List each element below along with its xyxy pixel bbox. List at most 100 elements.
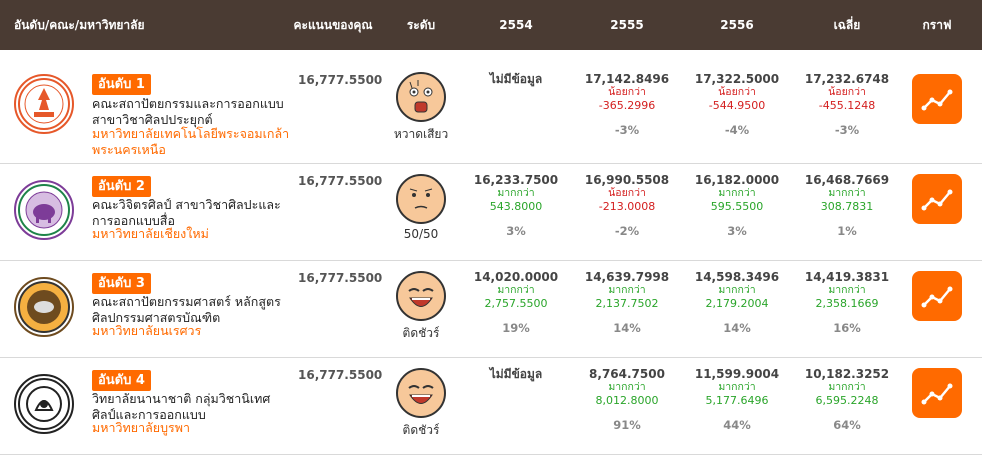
comparison-label: มากกว่า xyxy=(718,187,756,199)
year-value: 14,020.0000 xyxy=(473,270,559,284)
difference-value: 5,177.6496 xyxy=(705,394,769,407)
percent-value: 19% xyxy=(502,321,530,335)
line-chart-icon xyxy=(921,383,953,405)
difference-value: 2,358.1669 xyxy=(815,297,879,310)
difference-value: -365.2996 xyxy=(598,99,656,112)
year-value: 11,599.9004 xyxy=(694,367,780,381)
difference-value: 2,179.2004 xyxy=(705,297,769,310)
year-value: 14,598.3496 xyxy=(694,270,780,284)
percent-value: 16% xyxy=(833,321,861,335)
level-indicator: 50/50 xyxy=(388,174,454,241)
header-average: เฉลี่ย xyxy=(833,18,861,32)
year-value: ไม่มีข้อมูล xyxy=(489,72,543,86)
university-elephant-logo xyxy=(14,180,74,240)
graph-button[interactable] xyxy=(912,174,962,224)
percent-value: 14% xyxy=(613,321,641,335)
difference-value: -455.1248 xyxy=(818,99,876,112)
year-value: 16,990.5508 xyxy=(584,173,670,187)
year-2554-cell: 14,020.0000 มากกว่า 2,757.5500 19% xyxy=(466,271,566,335)
header-2554: 2554 xyxy=(499,18,533,32)
worried-face-icon xyxy=(396,174,446,224)
year-2555-cell: 8,764.7500 มากกว่า 8,012.8000 91% xyxy=(577,368,677,432)
year-2556-cell: 16,182.0000 มากกว่า 595.5500 3% xyxy=(687,174,787,238)
university-link[interactable]: มหาวิทยาลัยนเรศวร xyxy=(92,323,292,339)
line-chart-icon xyxy=(921,89,953,111)
header-2555: 2555 xyxy=(610,18,644,32)
table-row: อันดับ 2 คณะวิจิตรศิลป์ สาขาวิชาศิลปะและ… xyxy=(0,164,982,261)
level-indicator: ติดชัวร์ xyxy=(388,271,454,343)
university-crest-logo xyxy=(14,374,74,434)
year-2554-cell: ไม่มีข้อมูล xyxy=(466,368,566,381)
level-label: 50/50 xyxy=(403,227,439,241)
percent-value: -3% xyxy=(834,123,860,137)
happy-face-icon xyxy=(396,368,446,418)
header-graph: กราฟ xyxy=(922,18,952,32)
difference-value: 6,595.2248 xyxy=(815,394,879,407)
percent-value: 64% xyxy=(833,418,861,432)
difference-value: -544.9500 xyxy=(708,99,766,112)
header-score: คะแนนของคุณ xyxy=(293,18,373,32)
comparison-label: มากกว่า xyxy=(497,187,535,199)
comparison-label: มากกว่า xyxy=(718,284,756,296)
percent-value: 91% xyxy=(613,418,641,432)
faculty-link[interactable]: วิทยาลัยนานาชาติ กลุ่มวิชานิเทศศิลป์และก… xyxy=(92,391,292,423)
level-indicator: หวาดเสียว xyxy=(388,72,454,144)
percent-value: 44% xyxy=(723,418,751,432)
user-score: 16,777.5500 xyxy=(298,73,383,87)
faculty-link[interactable]: คณะสถาปัตยกรรมศาสตร์ หลักสูตรศิลปกรรมศาส… xyxy=(92,294,292,326)
difference-value: -213.0008 xyxy=(598,200,656,213)
average-cell: 10,182.3252 มากกว่า 6,595.2248 64% xyxy=(797,368,897,432)
line-chart-icon xyxy=(921,286,953,308)
graph-button[interactable] xyxy=(912,368,962,418)
year-value: 17,142.8496 xyxy=(584,72,670,86)
scared-face-icon xyxy=(396,72,446,122)
percent-value: 14% xyxy=(723,321,751,335)
level-label: ติดชัวร์ xyxy=(402,326,440,340)
average-cell: 14,419.3831 มากกว่า 2,358.1669 16% xyxy=(797,271,897,335)
average-value: 10,182.3252 xyxy=(804,367,890,381)
comparison-label: มากกว่า xyxy=(608,284,646,296)
comparison-label: น้อยกว่า xyxy=(608,187,646,199)
year-2554-cell: 16,233.7500 มากกว่า 543.8000 3% xyxy=(466,174,566,238)
rank-badge: อันดับ 1 xyxy=(92,74,151,95)
percent-value: -3% xyxy=(614,123,640,137)
university-link[interactable]: มหาวิทยาลัยบูรพา xyxy=(92,420,292,436)
year-2556-cell: 11,599.9004 มากกว่า 5,177.6496 44% xyxy=(687,368,787,432)
difference-value: 595.5500 xyxy=(710,200,764,213)
university-seal-logo xyxy=(14,74,74,134)
header-2556: 2556 xyxy=(720,18,754,32)
comparison-label: มากกว่า xyxy=(718,381,756,393)
user-score: 16,777.5500 xyxy=(298,271,383,285)
difference-value: 2,757.5500 xyxy=(484,297,548,310)
comparison-label: น้อยกว่า xyxy=(828,86,866,98)
percent-value: 1% xyxy=(837,224,857,238)
table-row: อันดับ 1 คณะสถาปัตยกรรมและการออกแบบ สาขา… xyxy=(0,50,982,164)
difference-value: 8,012.8000 xyxy=(595,394,659,407)
comparison-label: มากกว่า xyxy=(608,381,646,393)
percent-value: -2% xyxy=(614,224,640,238)
rank-badge: อันดับ 4 xyxy=(92,370,151,391)
level-label: ติดชัวร์ xyxy=(402,423,440,437)
faculty-link[interactable]: คณะสถาปัตยกรรมและการออกแบบ สาขาวิชาศิลปป… xyxy=(92,96,292,128)
university-link[interactable]: มหาวิทยาลัยเชียงใหม่ xyxy=(92,226,292,242)
line-chart-icon xyxy=(921,189,953,211)
difference-value: 2,137.7502 xyxy=(595,297,659,310)
user-score: 16,777.5500 xyxy=(298,174,383,188)
university-link[interactable]: มหาวิทยาลัยเทคโนโลยีพระจอมเกล้าพระนครเหน… xyxy=(92,126,292,158)
comparison-label: มากกว่า xyxy=(828,284,866,296)
year-2555-cell: 16,990.5508 น้อยกว่า -213.0008 -2% xyxy=(577,174,677,238)
average-value: 17,232.6748 xyxy=(804,72,890,86)
faculty-link[interactable]: คณะวิจิตรศิลป์ สาขาวิชาศิลปะและการออกแบบ… xyxy=(92,197,292,229)
comparison-label: มากกว่า xyxy=(497,284,535,296)
university-emblem-logo xyxy=(14,277,74,337)
rank-badge: อันดับ 2 xyxy=(92,176,151,197)
percent-value: -4% xyxy=(724,123,750,137)
graph-button[interactable] xyxy=(912,271,962,321)
header-level: ระดับ xyxy=(406,18,436,32)
difference-value: 543.8000 xyxy=(489,200,543,213)
comparison-label: น้อยกว่า xyxy=(718,86,756,98)
year-value: 17,322.5000 xyxy=(694,72,780,86)
happy-face-icon xyxy=(396,271,446,321)
year-value: ไม่มีข้อมูล xyxy=(489,367,543,381)
graph-button[interactable] xyxy=(912,74,962,124)
